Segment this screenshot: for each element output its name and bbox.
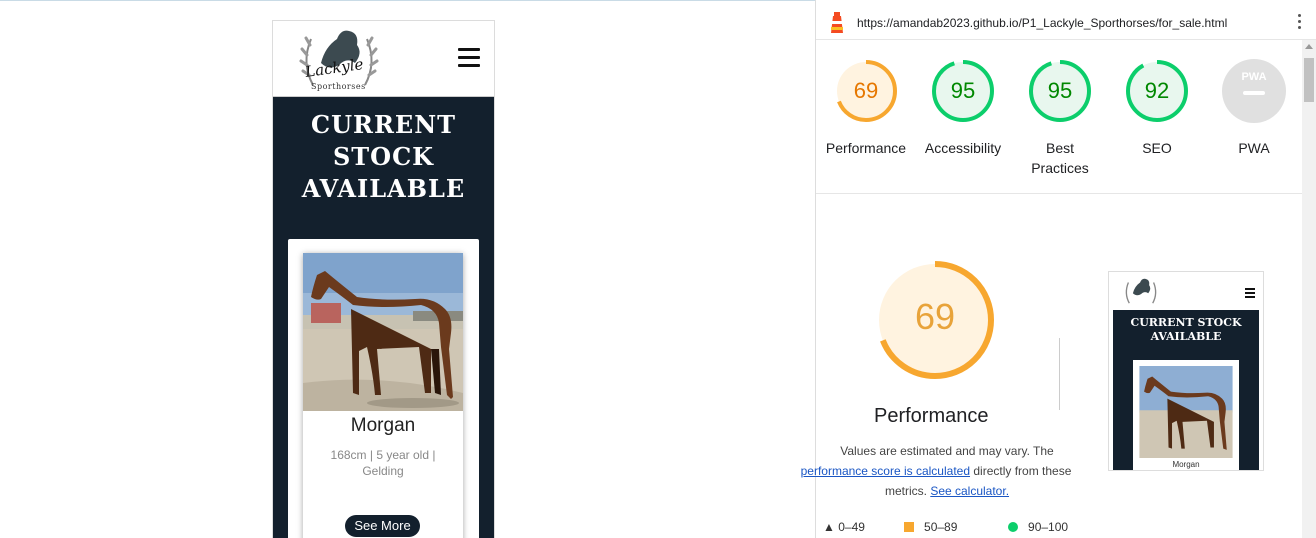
desc-text: Values are estimated and may vary. The — [840, 444, 1054, 458]
thumb-header — [1109, 272, 1263, 310]
hamburger-menu-icon[interactable] — [458, 48, 480, 68]
horse-photo — [303, 253, 463, 411]
legend-average-label: 50–89 — [924, 520, 958, 534]
gauge-label: Accessibility — [924, 140, 1002, 156]
horse-name: Morgan — [350, 415, 416, 436]
horse-details: 168cm | 5 year old | Gelding — [330, 448, 436, 478]
gauge-accessibility[interactable]: 95 Accessibility — [915, 58, 1011, 158]
performance-title: Performance — [874, 405, 989, 427]
performance-description: Values are estimated and may vary. The p… — [801, 441, 1078, 501]
mobile-site-preview: Lackyle Sporthorses CURRENT STOCK AVAILA… — [272, 20, 495, 538]
lighthouse-icon — [831, 12, 843, 33]
logo-subtitle: Sporthorses — [311, 82, 366, 91]
see-calculator-link[interactable]: See calculator. — [930, 484, 1009, 498]
thumb-main: CURRENT STOCK AVAILABLE Morgan — [1113, 310, 1259, 470]
more-options-icon[interactable] — [1298, 14, 1302, 30]
horse-photo — [1139, 366, 1233, 458]
gauge-ring: PWA — [1222, 59, 1286, 123]
pwa-badge-icon: PWA — [1241, 71, 1266, 83]
legend-pass: 90–100 — [1008, 520, 1068, 534]
thumb-horse-name: Morgan — [1172, 460, 1200, 469]
report-url-bar: https://amandab2023.github.io/P1_Lackyle… — [816, 0, 1316, 40]
gauge-score: 95 — [1047, 78, 1073, 103]
gauge-label: Performance — [825, 140, 907, 156]
gauge-best-practices[interactable]: 95 Best Practices — [1012, 58, 1108, 178]
gauge-pwa[interactable]: PWA PWA — [1206, 58, 1302, 158]
scroll-up-arrow-icon[interactable] — [1305, 44, 1313, 49]
gauge-label: SEO — [1142, 140, 1172, 156]
performance-score: 69 — [914, 296, 956, 337]
legend-average: 50–89 — [904, 520, 957, 534]
top-border — [0, 0, 815, 1]
page-screenshot-thumbnail[interactable]: CURRENT STOCK AVAILABLE Morgan — [1108, 271, 1264, 471]
horse-card: Morgan 168cm | 5 year old | Gelding See … — [288, 239, 479, 538]
lighthouse-report-panel: https://amandab2023.github.io/P1_Lackyle… — [801, 0, 1316, 538]
horse-logo-icon — [1125, 278, 1157, 304]
title-line: STOCK — [332, 142, 435, 171]
report-url[interactable]: https://amandab2023.github.io/P1_Lackyle… — [857, 16, 1227, 30]
scrollbar[interactable] — [1302, 40, 1316, 538]
score-gauges: 69 Performance 95 Accessibility 95 Best Pract… — [816, 58, 1303, 194]
scrollbar-thumb[interactable] — [1304, 58, 1314, 102]
legend-fail-label: 0–49 — [838, 520, 865, 534]
divider — [1059, 338, 1060, 410]
site-header: Lackyle Sporthorses — [273, 21, 494, 97]
gauge-score: 95 — [950, 78, 976, 103]
hamburger-menu-icon — [1245, 288, 1255, 300]
see-more-button[interactable]: See More — [345, 515, 420, 537]
legend-pass-label: 90–100 — [1028, 520, 1069, 534]
gauge-label: Best Practices — [1031, 140, 1089, 176]
horse-card-inner: Morgan 168cm | 5 year old | Gelding See … — [303, 253, 463, 538]
page-title: CURRENT STOCK AVAILABLE — [273, 97, 494, 205]
gauge-seo[interactable]: 92 SEO — [1109, 58, 1205, 158]
score-calculated-link[interactable]: performance score is calculated — [801, 464, 970, 478]
title-line: AVAILABLE — [301, 174, 466, 203]
thumb-title: CURRENT STOCK AVAILABLE — [1130, 316, 1242, 343]
gauge-score: 92 — [1144, 78, 1170, 103]
gauge-performance[interactable]: 69 Performance — [818, 58, 914, 158]
site-main: CURRENT STOCK AVAILABLE Morgan 168cm | 5… — [273, 97, 494, 538]
gauge-label: PWA — [1238, 140, 1270, 156]
gauge-score: 69 — [853, 78, 879, 103]
thumb-card: Morgan — [1133, 360, 1239, 470]
legend-fail: ▲ 0–49 — [823, 520, 865, 534]
title-line: CURRENT — [310, 110, 456, 139]
